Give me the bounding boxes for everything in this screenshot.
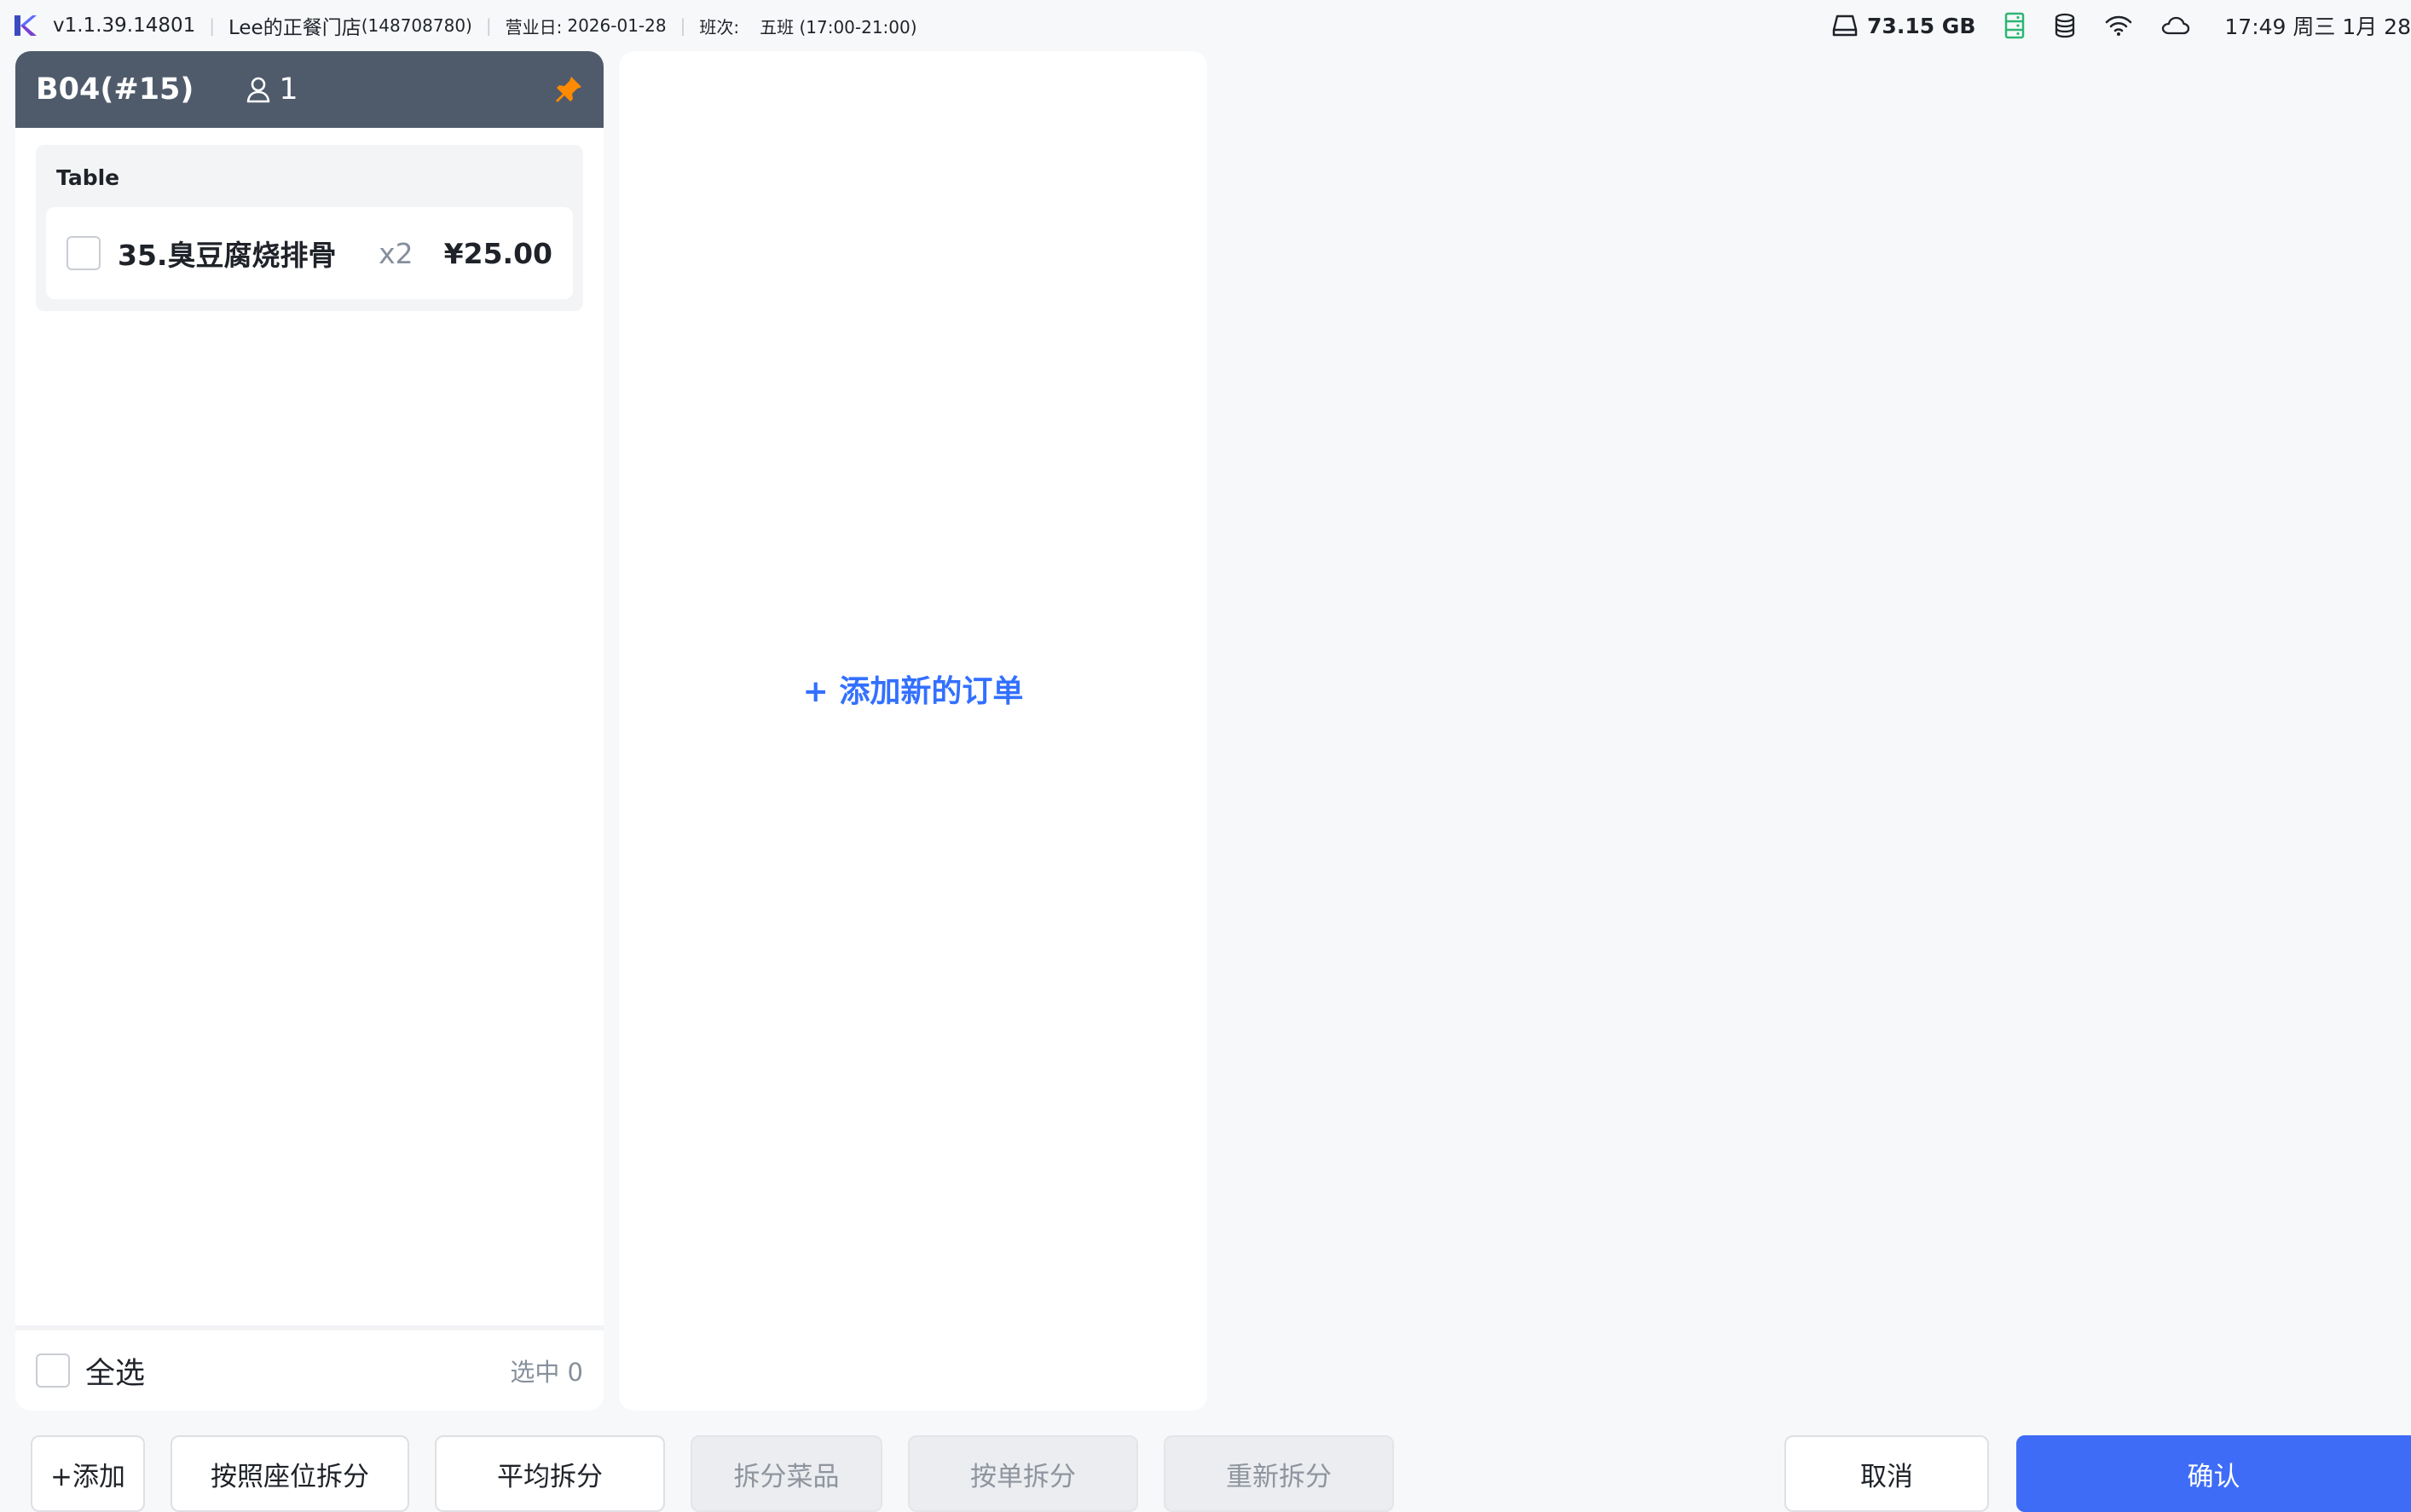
select-all-checkbox[interactable] xyxy=(36,1353,70,1388)
cloud-icon xyxy=(2162,16,2190,35)
cancel-button[interactable]: 取消 xyxy=(1784,1435,1989,1512)
order-header: B04(#15) 1 xyxy=(15,51,604,128)
wifi-icon xyxy=(2106,15,2132,36)
disk-free: 73.15 GB xyxy=(1867,13,1976,38)
dish-price: ¥25.00 xyxy=(443,236,552,270)
store-name: Lee的正餐门店 xyxy=(228,17,361,39)
app-logo-icon xyxy=(14,15,37,36)
pin-order-button[interactable] xyxy=(554,75,583,104)
table-group-title: Table xyxy=(56,165,120,190)
divider: | xyxy=(485,15,492,36)
wifi-status[interactable] xyxy=(2105,14,2132,37)
disk-icon xyxy=(1832,14,1858,37)
store-id: (148708780) xyxy=(361,15,472,36)
select-all-label[interactable]: 全选 xyxy=(85,1349,145,1393)
database-icon xyxy=(2055,13,2075,38)
split-evenly-button[interactable]: 平均拆分 xyxy=(435,1435,665,1512)
divider: | xyxy=(679,15,686,36)
split-by-seat-button[interactable]: 按照座位拆分 xyxy=(171,1435,409,1512)
app-version: v1.1.39.14801 xyxy=(53,14,196,37)
add-button[interactable]: +添加 xyxy=(31,1435,145,1512)
disk-status[interactable]: 73.15 GB xyxy=(1831,13,1975,38)
resplit-button[interactable]: 重新拆分 xyxy=(1164,1435,1394,1512)
dish-row[interactable]: 35.臭豆腐烧排骨 x2 ¥25.00 xyxy=(46,207,573,299)
shift-value: 五班 (17:00-21:00) xyxy=(760,16,917,38)
status-indicators: 73.15 GB 17:49 周三 1月 28 xyxy=(1802,0,2411,51)
server-status-icon xyxy=(2005,12,2025,39)
pin-icon xyxy=(556,77,581,102)
cloud-status[interactable] xyxy=(2161,15,2190,36)
selected-count: 选中 0 xyxy=(510,1358,583,1387)
new-order-panel[interactable]: + 添加新的订单 xyxy=(619,51,1207,1411)
add-new-order-button[interactable]: + 添加新的订单 xyxy=(803,667,1024,711)
split-by-order-button[interactable]: 按单拆分 xyxy=(908,1435,1138,1512)
split-dishes-button[interactable]: 拆分菜品 xyxy=(691,1435,882,1512)
database-status[interactable] xyxy=(2054,13,2076,38)
divider: | xyxy=(209,15,215,36)
shift-label: 班次: xyxy=(699,16,740,38)
guest-count: 1 xyxy=(246,72,298,107)
business-day: 2026-01-28 xyxy=(567,15,667,36)
order-title: B04(#15) xyxy=(36,72,194,107)
system-clock: 17:49 周三 1月 28 xyxy=(2224,14,2411,39)
dish-checkbox[interactable] xyxy=(66,236,101,270)
business-day-label: 营业日: xyxy=(505,16,563,38)
server-status[interactable] xyxy=(2004,12,2025,39)
order-panel: B04(#15) 1 Table 35.臭豆腐烧排骨 x2 ¥25.00 全选 … xyxy=(15,51,604,1411)
dish-name: 35.臭豆腐烧排骨 xyxy=(118,239,337,272)
confirm-button[interactable]: 确认 xyxy=(2016,1435,2411,1512)
table-group: Table 35.臭豆腐烧排骨 x2 ¥25.00 xyxy=(36,145,583,311)
guest-count-value: 1 xyxy=(279,72,298,107)
dish-quantity: x2 xyxy=(379,236,413,270)
order-footer: 全选 选中 0 xyxy=(15,1325,604,1411)
status-bar: v1.1.39.14801 | Lee的正餐门店 (148708780) | 营… xyxy=(0,0,2411,51)
person-icon xyxy=(247,77,270,103)
